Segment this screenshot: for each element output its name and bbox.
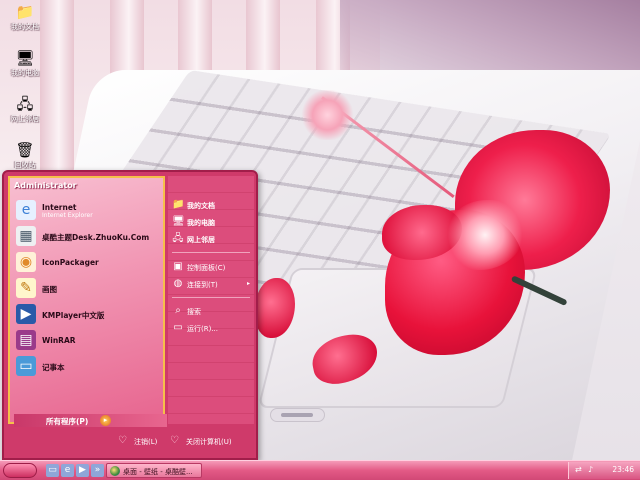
paint-icon: ✎ (16, 278, 36, 298)
start-menu-programs-pane: Administrator e Internet Internet Explor… (8, 176, 167, 428)
heart-icon: ♡ (170, 435, 179, 446)
desktop-icon-network-places[interactable]: 🖧 网上邻居 (2, 94, 48, 124)
places-separator (172, 297, 250, 298)
start-menu: Administrator e Internet Internet Explor… (2, 170, 258, 460)
program-item-title: 画图 (42, 285, 57, 294)
program-item-title: 桌酷主题Desk.ZhuoKu.Com (42, 233, 150, 242)
places-item-label: 连接到(T) (187, 281, 218, 289)
kmplayer-icon: ▶ (16, 304, 36, 324)
taskbar-window-button[interactable]: 桌面 - 壁纸 - 桌酷壁... (106, 463, 202, 478)
program-item-internet[interactable]: e Internet Internet Explorer (16, 200, 161, 222)
start-menu-places-pane: 📁 我的文档 🖥 我的电脑 🖧 网上邻居 ▣ 控制面板(C) ◍ 连接到(T) … (168, 176, 254, 424)
places-item-label: 控制面板(C) (187, 264, 226, 272)
arrow-right-icon: ▸ (100, 415, 111, 426)
program-item-subtitle: Internet Explorer (42, 212, 93, 219)
iconpackager-icon: ◉ (16, 252, 36, 272)
network-places-icon: 🖧 (172, 233, 184, 244)
places-item-label: 网上邻居 (187, 236, 215, 244)
places-item-connect-to[interactable]: ◍ 连接到(T) ▸ (170, 277, 254, 292)
recycle-bin-icon: 🗑 (15, 141, 35, 159)
clock[interactable]: 23:46 (612, 465, 634, 474)
connect-to-icon: ◍ (173, 278, 183, 289)
run-icon: ▭ (173, 322, 183, 333)
wallpaper-touchpad-bar (281, 413, 313, 417)
taskbar-window-label: 桌面 - 壁纸 - 桌酷壁... (123, 468, 193, 476)
places-item-search[interactable]: ⌕ 搜索 (170, 304, 254, 319)
program-item-title: KMPlayer中文版 (42, 311, 105, 320)
winrar-icon: ▤ (16, 330, 36, 350)
program-item-title: WinRAR (42, 336, 76, 345)
places-item-run[interactable]: ▭ 运行(R)... (170, 321, 254, 336)
submenu-arrow-icon: ▸ (246, 280, 250, 287)
system-tray: ⇄ ♪ 23:46 (568, 462, 640, 479)
network-places-icon: 🖧 (16, 95, 34, 113)
places-item-my-documents[interactable]: 📁 我的文档 (170, 198, 254, 213)
places-item-label: 运行(R)... (187, 325, 219, 333)
internet-explorer-icon: e (16, 200, 36, 220)
places-item-control-panel[interactable]: ▣ 控制面板(C) (170, 260, 254, 275)
desktop-icon-label: 我的文档 (11, 23, 39, 31)
zhuoku-icon: ▦ (16, 226, 36, 246)
all-programs-label: 所有程序(P) (46, 417, 89, 426)
show-desktop-icon[interactable]: ▭ (46, 464, 59, 477)
places-item-label: 搜索 (187, 308, 201, 316)
desktop-icon-my-documents[interactable]: 📁 我的文档 (2, 2, 48, 32)
quick-launch-more-icon[interactable]: » (91, 464, 104, 477)
program-item-title: 记事本 (42, 363, 65, 372)
program-item-kmplayer[interactable]: ▶ KMPlayer中文版 (16, 304, 161, 326)
desktop-icon-my-computer[interactable]: 🖥 我的电脑 (2, 48, 48, 78)
desktop-icon-label: 回收站 (14, 161, 36, 169)
desktop-icon-recycle-bin[interactable]: 🗑 回收站 (2, 140, 48, 170)
my-computer-icon: 🖥 (172, 216, 185, 227)
start-menu-footer: ♡ 注销(L) ♡ 关闭计算机(U) (4, 427, 256, 457)
places-item-network-places[interactable]: 🖧 网上邻居 (170, 232, 254, 247)
program-item-winrar[interactable]: ▤ WinRAR (16, 330, 161, 352)
places-item-label: 我的文档 (187, 202, 215, 210)
internet-explorer-icon[interactable]: e (61, 464, 74, 477)
desktop-icon-label: 我的电脑 (11, 69, 39, 77)
program-item-notepad[interactable]: ▭ 记事本 (16, 356, 161, 378)
wallpaper-flower-pollen (300, 90, 355, 140)
all-programs-button[interactable]: 所有程序(P) ▸ (14, 414, 167, 428)
places-item-label: 我的电脑 (187, 219, 215, 227)
places-item-my-computer[interactable]: 🖥 我的电脑 (170, 215, 254, 230)
program-item-paint[interactable]: ✎ 画图 (16, 278, 161, 300)
program-item-zhuoku[interactable]: ▦ 桌酷主题Desk.ZhuoKu.Com (16, 226, 161, 248)
program-item-iconpackager[interactable]: ◉ IconPackager (16, 252, 161, 274)
wallpaper-touchpad-button (270, 408, 325, 422)
network-icon[interactable]: ⇄ (575, 465, 585, 475)
my-documents-icon: 📁 (15, 3, 35, 21)
desktop-icon-label: 网上邻居 (11, 115, 39, 123)
media-player-icon[interactable]: ▶ (76, 464, 89, 477)
heart-icon: ♡ (118, 435, 127, 446)
shutdown-label: 关闭计算机(U) (186, 438, 232, 446)
notepad-icon: ▭ (16, 356, 36, 376)
program-item-title: Internet (42, 203, 77, 212)
control-panel-icon: ▣ (173, 261, 183, 272)
search-icon: ⌕ (175, 305, 181, 316)
places-separator (172, 252, 250, 253)
browser-icon (110, 466, 120, 476)
taskbar: ▭ e ▶ » 桌面 - 壁纸 - 桌酷壁... ⇄ ♪ 23:46 (0, 460, 640, 480)
user-name: Administrator (14, 181, 77, 190)
logoff-label: 注销(L) (134, 438, 158, 446)
volume-icon[interactable]: ♪ (588, 465, 598, 475)
program-item-title: IconPackager (42, 258, 99, 267)
my-computer-icon: 🖥 (15, 49, 35, 67)
start-button[interactable] (3, 463, 37, 478)
my-documents-icon: 📁 (172, 199, 185, 210)
